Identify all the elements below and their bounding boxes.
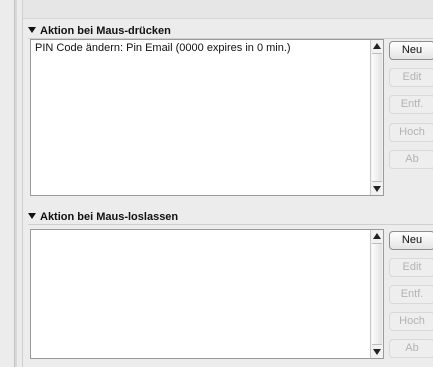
panel-divider <box>14 0 17 367</box>
release-move-down-button[interactable]: Ab <box>389 339 433 358</box>
collapse-triangle-icon[interactable] <box>28 213 36 219</box>
release-actions-list[interactable] <box>30 229 384 359</box>
release-edit-button[interactable]: Edit <box>389 258 433 277</box>
scrollbar-thumb[interactable] <box>372 243 382 345</box>
press-section-header[interactable]: Aktion bei Maus-drücken <box>28 24 433 39</box>
release-delete-button[interactable]: Entf. <box>389 285 433 304</box>
release-section-header[interactable]: Aktion bei Maus-loslassen <box>28 210 433 225</box>
action-panel: Aktion bei Maus-drücken PIN Code ändern:… <box>0 0 433 367</box>
collapse-triangle-icon[interactable] <box>28 27 36 33</box>
press-actions-list[interactable]: PIN Code ändern: Pin Email (0000 expires… <box>30 39 384 196</box>
list-item[interactable]: PIN Code ändern: Pin Email (0000 expires… <box>35 42 291 54</box>
release-move-up-button[interactable]: Hoch <box>389 312 433 331</box>
press-move-up-button[interactable]: Hoch <box>389 123 433 142</box>
press-edit-button[interactable]: Edit <box>389 68 433 87</box>
scroll-down-arrow-icon[interactable] <box>371 346 383 358</box>
scroll-down-arrow-icon[interactable] <box>371 183 383 195</box>
release-list-scrollbar[interactable] <box>370 230 383 358</box>
press-list-scrollbar[interactable] <box>370 40 383 195</box>
scrollbar-thumb[interactable] <box>372 53 382 182</box>
press-section-title: Aktion bei Maus-drücken <box>40 25 171 37</box>
release-section-title: Aktion bei Maus-loslassen <box>40 211 179 223</box>
panel-divider-inner <box>22 0 23 367</box>
top-separator <box>23 0 433 19</box>
press-new-button[interactable]: Neu <box>389 41 433 60</box>
scroll-up-arrow-icon[interactable] <box>371 40 383 52</box>
press-move-down-button[interactable]: Ab <box>389 150 433 169</box>
release-new-button[interactable]: Neu <box>389 231 433 250</box>
press-delete-button[interactable]: Entf. <box>389 95 433 114</box>
scroll-up-arrow-icon[interactable] <box>371 230 383 242</box>
